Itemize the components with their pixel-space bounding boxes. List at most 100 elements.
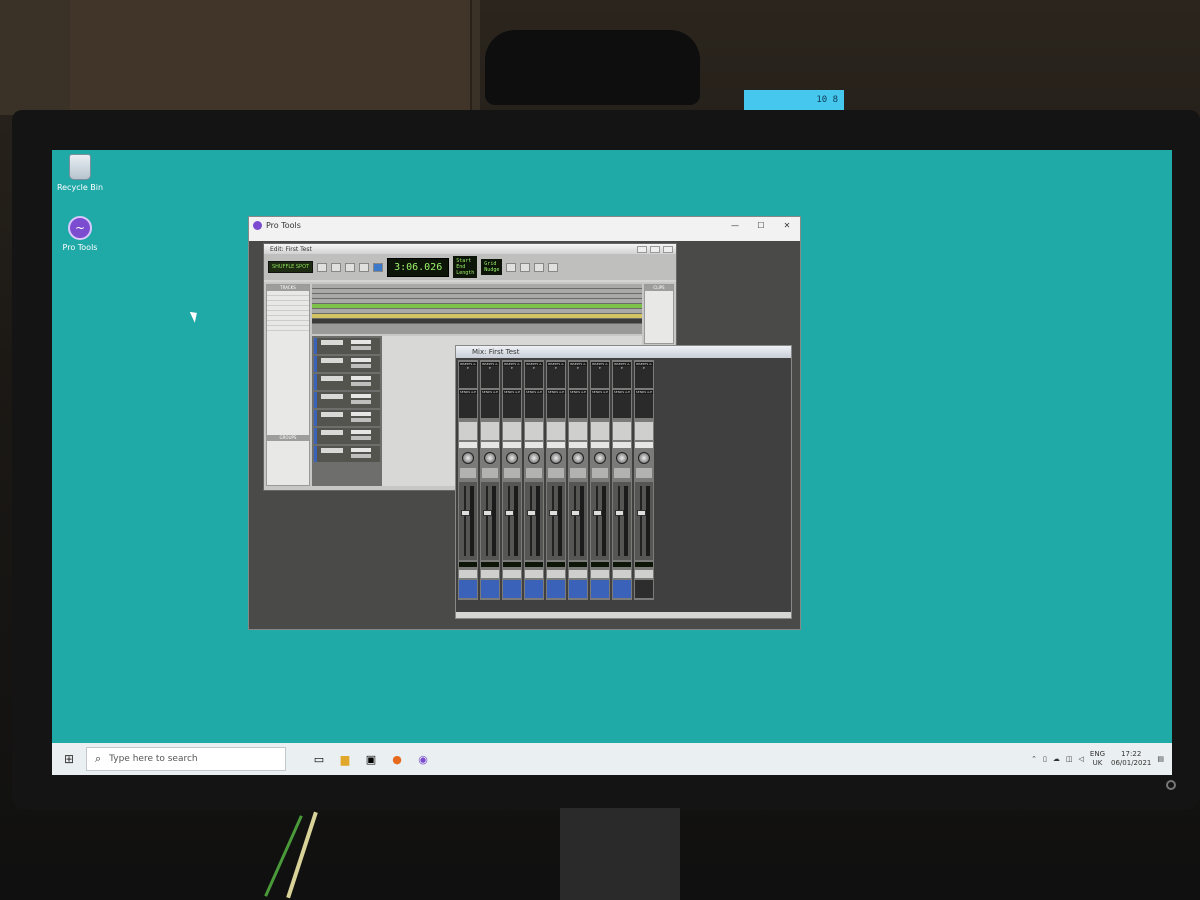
pro-tools-taskbar-icon[interactable]: ◉ bbox=[410, 743, 436, 775]
pan-knob[interactable] bbox=[616, 452, 628, 464]
fader-handle[interactable] bbox=[527, 510, 536, 516]
send-slots[interactable] bbox=[481, 390, 499, 418]
rec-solo-mute-buttons[interactable] bbox=[482, 468, 498, 478]
clock[interactable]: 17:22 06/01/2021 bbox=[1111, 750, 1151, 768]
automation-mode[interactable] bbox=[525, 442, 543, 448]
pan-knob[interactable] bbox=[638, 452, 650, 464]
transport-rewind-button[interactable] bbox=[506, 262, 517, 272]
onedrive-icon[interactable]: ☁ bbox=[1053, 755, 1060, 763]
automation-mode[interactable] bbox=[459, 442, 477, 448]
track-name-button[interactable] bbox=[459, 570, 477, 578]
channel-strip[interactable]: INSERTS A-E SENDS A-E bbox=[612, 360, 632, 600]
chevron-up-icon[interactable]: ⌃ bbox=[1031, 755, 1037, 763]
track-header[interactable] bbox=[314, 338, 380, 354]
menu-bar[interactable] bbox=[249, 233, 800, 241]
language-indicator[interactable]: ENG UK bbox=[1090, 750, 1105, 768]
mix-window[interactable]: Mix: First Test INSERTS A-E SENDS A-E INSE… bbox=[455, 345, 792, 619]
fader-handle[interactable] bbox=[615, 510, 624, 516]
pan-knob[interactable] bbox=[594, 452, 606, 464]
send-slots[interactable] bbox=[459, 390, 477, 418]
grid-nudge-display[interactable]: Grid Nudge bbox=[481, 259, 503, 275]
firefox-icon[interactable]: ● bbox=[384, 743, 410, 775]
zoom-button[interactable] bbox=[317, 262, 328, 272]
track-header[interactable] bbox=[314, 356, 380, 372]
track-name-button[interactable] bbox=[591, 570, 609, 578]
smart-tool-button[interactable] bbox=[373, 262, 384, 272]
task-view-icon[interactable]: ▭ bbox=[306, 743, 332, 775]
rec-solo-mute-buttons[interactable] bbox=[592, 468, 608, 478]
clips-panel[interactable]: CLIPS bbox=[644, 284, 674, 344]
io-selector[interactable] bbox=[635, 422, 653, 440]
fader-handle[interactable] bbox=[483, 510, 492, 516]
channel-strip[interactable]: INSERTS A-E SENDS A-E bbox=[634, 360, 654, 600]
track-header[interactable] bbox=[314, 374, 380, 390]
track-name-button[interactable] bbox=[569, 570, 587, 578]
track-header[interactable] bbox=[314, 410, 380, 426]
edit-window-titlebar[interactable]: Edit: First Test bbox=[264, 244, 676, 254]
send-slots[interactable] bbox=[525, 390, 543, 418]
power-button[interactable] bbox=[1166, 780, 1176, 790]
io-selector[interactable] bbox=[503, 422, 521, 440]
track-name-button[interactable] bbox=[547, 570, 565, 578]
fader-handle[interactable] bbox=[637, 510, 646, 516]
send-slots[interactable] bbox=[591, 390, 609, 418]
send-slots[interactable] bbox=[613, 390, 631, 418]
automation-mode[interactable] bbox=[613, 442, 631, 448]
io-selector[interactable] bbox=[459, 422, 477, 440]
track-header[interactable] bbox=[314, 446, 380, 462]
track-name-button[interactable] bbox=[635, 570, 653, 578]
fader-handle[interactable] bbox=[461, 510, 470, 516]
channel-strip[interactable]: INSERTS A-E SENDS A-E bbox=[524, 360, 544, 600]
timeline-rulers[interactable] bbox=[312, 284, 642, 334]
channel-strip[interactable]: INSERTS A-E SENDS A-E bbox=[568, 360, 588, 600]
grabber-tool-button[interactable] bbox=[359, 262, 370, 272]
automation-mode[interactable] bbox=[569, 442, 587, 448]
search-box[interactable]: ⌕ Type here to search bbox=[86, 747, 286, 771]
channel-strip[interactable]: INSERTS A-E SENDS A-E bbox=[590, 360, 610, 600]
track-name-button[interactable] bbox=[525, 570, 543, 578]
channel-strip[interactable]: INSERTS A-E SENDS A-E bbox=[458, 360, 478, 600]
edit-mode-display[interactable]: SHUFFLE SPOT bbox=[268, 261, 314, 273]
rec-solo-mute-buttons[interactable] bbox=[460, 468, 476, 478]
close-button[interactable]: ✕ bbox=[774, 221, 800, 230]
pro-tools-window[interactable]: Pro Tools — ☐ ✕ Edit: First Test SHUFFLE… bbox=[248, 216, 801, 630]
track-header[interactable] bbox=[314, 428, 380, 444]
channel-strip[interactable]: INSERTS A-E SENDS A-E bbox=[546, 360, 566, 600]
rec-solo-mute-buttons[interactable] bbox=[570, 468, 586, 478]
track-name-button[interactable] bbox=[481, 570, 499, 578]
channel-strip[interactable]: INSERTS A-E SENDS A-E bbox=[502, 360, 522, 600]
automation-mode[interactable] bbox=[481, 442, 499, 448]
pan-knob[interactable] bbox=[506, 452, 518, 464]
pan-knob[interactable] bbox=[550, 452, 562, 464]
minimize-button[interactable] bbox=[637, 245, 647, 253]
automation-mode[interactable] bbox=[503, 442, 521, 448]
track-header[interactable] bbox=[314, 392, 380, 408]
selector-tool-button[interactable] bbox=[345, 262, 356, 272]
network-icon[interactable]: ◫ bbox=[1066, 755, 1073, 763]
io-selector[interactable] bbox=[569, 422, 587, 440]
groups-panel[interactable]: GROUPS bbox=[267, 435, 309, 441]
send-slots[interactable] bbox=[503, 390, 521, 418]
rec-solo-mute-buttons[interactable] bbox=[614, 468, 630, 478]
minimize-button[interactable]: — bbox=[722, 221, 748, 230]
transport-stop-button[interactable] bbox=[520, 262, 531, 272]
close-button[interactable] bbox=[663, 245, 673, 253]
track-name-button[interactable] bbox=[613, 570, 631, 578]
rec-solo-mute-buttons[interactable] bbox=[636, 468, 652, 478]
fader-handle[interactable] bbox=[549, 510, 558, 516]
io-selector[interactable] bbox=[591, 422, 609, 440]
window-titlebar[interactable]: Pro Tools — ☐ ✕ bbox=[249, 217, 800, 233]
io-selector[interactable] bbox=[613, 422, 631, 440]
send-slots[interactable] bbox=[547, 390, 565, 418]
main-counter[interactable]: 3:06.026 bbox=[387, 257, 450, 277]
io-selector[interactable] bbox=[547, 422, 565, 440]
trim-tool-button[interactable] bbox=[331, 262, 342, 272]
rec-solo-mute-buttons[interactable] bbox=[504, 468, 520, 478]
desktop-icon-pro-tools[interactable]: ~ Pro Tools bbox=[52, 216, 112, 252]
volume-icon[interactable]: ◁ bbox=[1079, 755, 1084, 763]
fader-handle[interactable] bbox=[593, 510, 602, 516]
pan-knob[interactable] bbox=[484, 452, 496, 464]
fader-handle[interactable] bbox=[571, 510, 580, 516]
automation-mode[interactable] bbox=[635, 442, 653, 448]
channel-strip[interactable]: INSERTS A-E SENDS A-E bbox=[480, 360, 500, 600]
